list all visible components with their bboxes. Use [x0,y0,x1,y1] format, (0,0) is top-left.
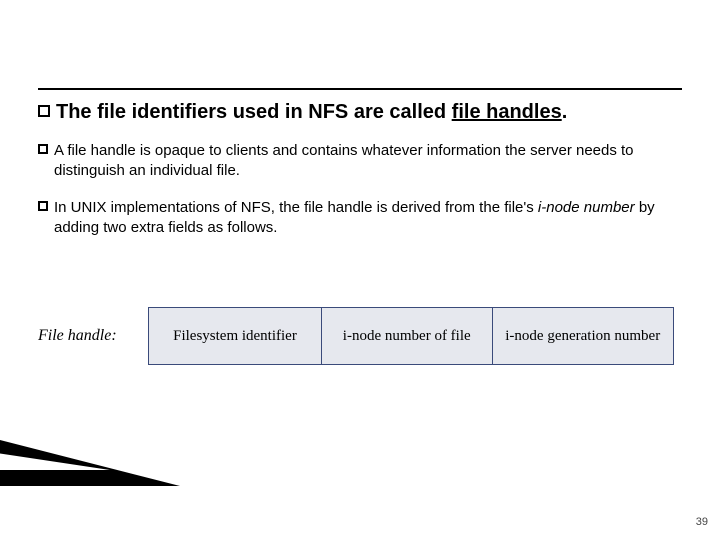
cell-inode-number: i-node number of file [321,308,492,365]
bullet-square-icon [38,144,48,154]
bullet-square-icon [38,105,50,117]
slide: The file identifiers used in NFS are cal… [0,0,720,540]
bullet-main-text: The file identifiers used in NFS are cal… [56,100,567,125]
bullet-sub-2-italic: i-node number [538,199,635,216]
table-row: Filesystem identifier i-node number of f… [149,308,674,365]
bullet-main-underlined: file handles [452,101,562,123]
bullet-square-icon [38,201,48,211]
bullet-main-prefix: The file identifiers used in NFS are cal… [56,101,452,123]
cell-inode-generation: i-node generation number [492,308,674,365]
decorative-wedge [0,440,180,486]
wedge-white-stripe [0,452,110,470]
bullet-sub-1-text: A file handle is opaque to clients and c… [54,141,682,182]
content-area: The file identifiers used in NFS are cal… [38,100,682,254]
bullet-sub-2-text: In UNIX implementations of NFS, the file… [54,198,682,239]
file-handle-table: Filesystem identifier i-node number of f… [148,307,674,365]
cell-filesystem-id: Filesystem identifier [149,308,322,365]
bullet-main-suffix: . [562,101,568,123]
bullet-main: The file identifiers used in NFS are cal… [38,100,682,125]
bullet-sub-2: In UNIX implementations of NFS, the file… [38,198,682,239]
file-handle-figure: File handle: Filesystem identifier i-nod… [38,305,674,385]
figure-label: File handle: [38,327,117,345]
bullet-sub-1: A file handle is opaque to clients and c… [38,141,682,182]
title-rule [38,88,682,90]
bullet-sub-2-prefix: In UNIX implementations of NFS, the file… [54,199,538,216]
page-number: 39 [696,516,708,528]
